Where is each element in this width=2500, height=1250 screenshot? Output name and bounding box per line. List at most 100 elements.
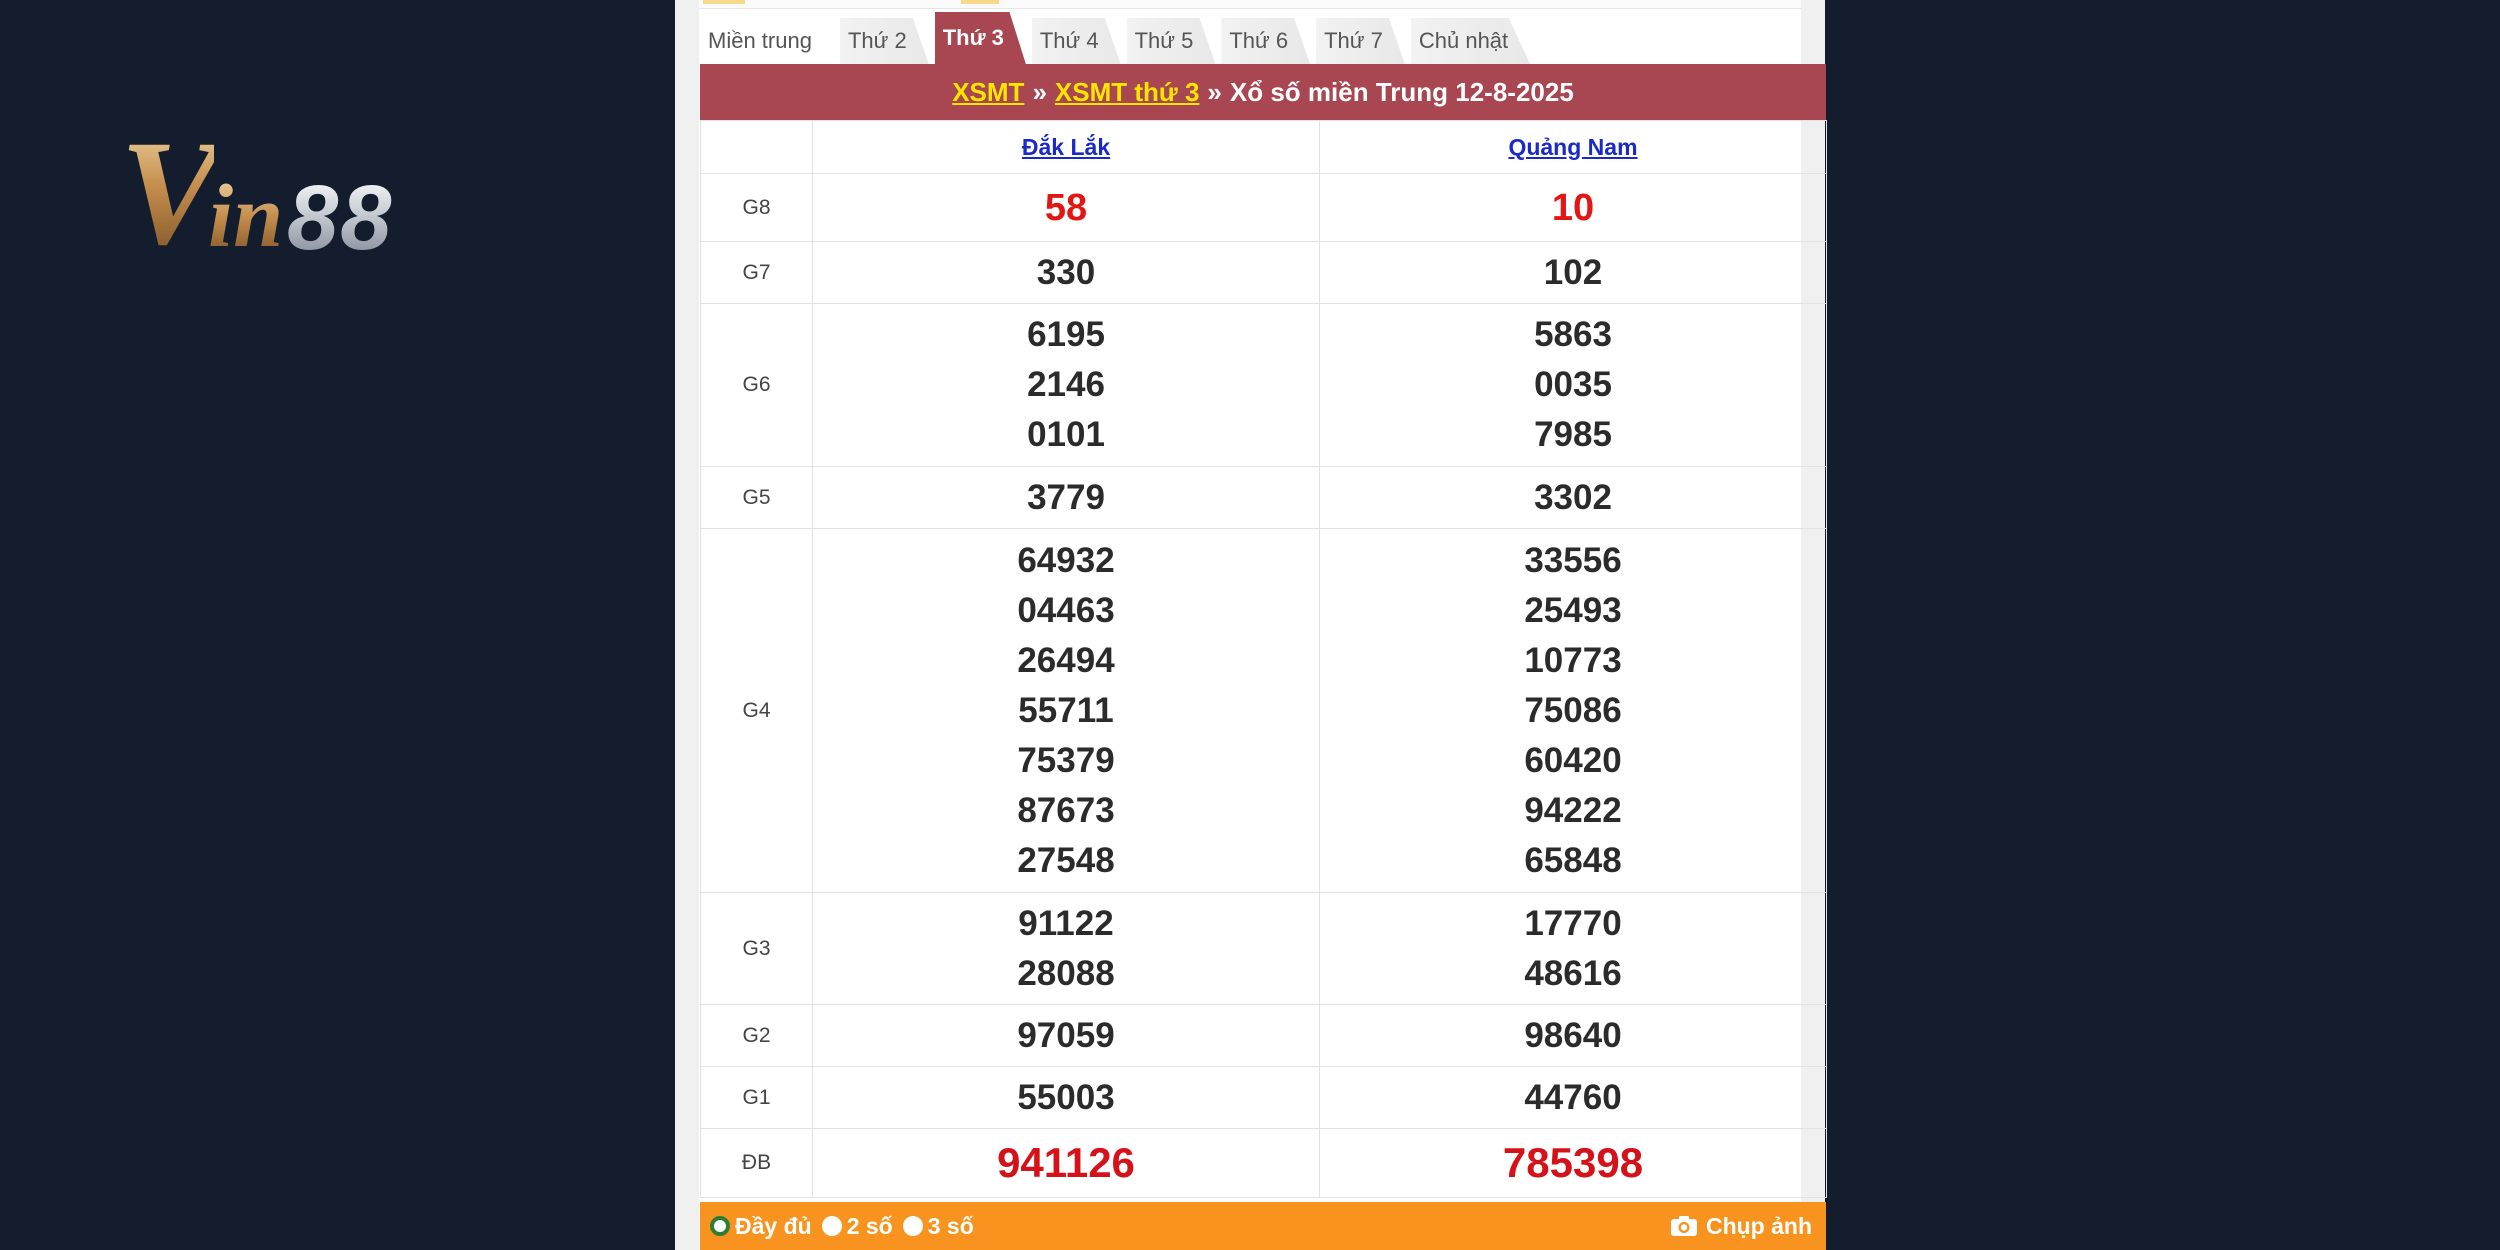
table-row: G6 6195 2146 0101 5863 0035 7985 (700, 303, 1827, 467)
option-3-digits[interactable]: 3 số (902, 1212, 974, 1240)
table-row: G4 64932 04463 26494 55711 75379 87673 2… (700, 528, 1827, 893)
prize-number: 87673 (1017, 790, 1115, 830)
table-row: ĐB 941126 785398 (700, 1128, 1827, 1198)
prize-number: 25493 (1524, 590, 1622, 630)
table-row: G3 91122 28088 17770 48616 (700, 892, 1827, 1005)
prize-label: G4 (700, 528, 813, 893)
capture-label: Chụp ảnh (1705, 1212, 1812, 1239)
prize-cell: 941126 (812, 1128, 1320, 1198)
prize-cell: 97059 (812, 1004, 1320, 1067)
prize-cell: 785398 (1319, 1128, 1827, 1198)
prize-number: 6195 (1027, 315, 1105, 354)
prize-number: 33556 (1524, 540, 1622, 580)
top-strip (699, 0, 1801, 9)
prize-label: ĐB (700, 1128, 813, 1198)
prize-cell: 58 (812, 173, 1320, 242)
logo-letters-in: in (208, 167, 284, 266)
prize-number: 0101 (1027, 415, 1105, 454)
prize-number: 55711 (1018, 690, 1114, 730)
prize-number: 55003 (1017, 1077, 1115, 1117)
table-row: G7 330 102 (700, 241, 1827, 304)
prize-number: 27548 (1017, 840, 1115, 880)
tab-thu-4[interactable]: Thứ 4 (1031, 18, 1121, 64)
capture-button[interactable]: Chụp ảnh (1670, 1213, 1812, 1240)
prize-label: G1 (700, 1066, 813, 1129)
prize-cell: 98640 (1319, 1004, 1827, 1067)
prize-cell: 44760 (1319, 1066, 1827, 1129)
breadcrumb-separator: » (1032, 76, 1047, 107)
option-2-digits[interactable]: 2 số (821, 1212, 893, 1240)
radio-icon[interactable] (821, 1216, 842, 1236)
prize-number: 102 (1543, 252, 1603, 292)
tab-mien-trung[interactable]: Miền trung (700, 18, 834, 64)
prize-number: 2146 (1027, 365, 1105, 404)
logo-letter-v: V (120, 110, 220, 276)
table-row: G5 3779 3302 (700, 466, 1827, 529)
prize-number: 91122 (1018, 903, 1114, 943)
prize-number: 44760 (1524, 1077, 1622, 1117)
prize-cell: 102 (1319, 241, 1827, 304)
tab-chu-nhat[interactable]: Chủ nhật (1410, 18, 1531, 64)
breadcrumb: XSMT » XSMT thứ 3 » Xổ số miền Trung 12-… (700, 64, 1826, 120)
prize-label: G6 (700, 303, 813, 467)
prize-number: 04463 (1017, 590, 1115, 630)
prize-label: G3 (700, 892, 813, 1005)
radio-checked-icon[interactable] (710, 1216, 730, 1236)
prize-cell: 10 (1319, 173, 1827, 242)
prize-number: 7985 (1534, 415, 1612, 454)
prize-cell: 5863 0035 7985 (1319, 303, 1827, 467)
header-empty-cell (700, 120, 813, 174)
prize-cell: 3302 (1319, 466, 1827, 529)
prize-label: G5 (700, 466, 813, 529)
breadcrumb-link-xsmt[interactable]: XSMT (952, 77, 1024, 108)
prize-cell: 91122 28088 (812, 892, 1320, 1005)
prize-number: 60420 (1524, 740, 1622, 780)
option-label: 2 số (846, 1212, 893, 1239)
prize-cell: 64932 04463 26494 55711 75379 87673 2754… (812, 528, 1320, 893)
prize-label: G7 (700, 241, 813, 304)
tab-thu-2[interactable]: Thứ 2 (839, 18, 929, 64)
province-header: Đắk Lắk (812, 120, 1320, 174)
prize-number: 58 (1044, 186, 1088, 229)
option-label: 3 số (927, 1212, 974, 1239)
prize-number: 75379 (1017, 740, 1115, 780)
prize-number: 10 (1551, 186, 1595, 229)
prize-number: 3302 (1534, 477, 1612, 517)
table-row: G8 58 10 (700, 173, 1827, 242)
logo-number: 88 (287, 167, 394, 269)
prize-cell: 3779 (812, 466, 1320, 529)
tab-thu-7[interactable]: Thứ 7 (1316, 18, 1405, 64)
breadcrumb-link-xsmt-thu-3[interactable]: XSMT thứ 3 (1055, 77, 1200, 108)
tab-thu-6[interactable]: Thứ 6 (1221, 18, 1311, 64)
prize-label: G2 (700, 1004, 813, 1067)
weekday-tabs: Miền trung Thứ 2 Thứ 3 Thứ 4 Thứ 5 Thứ 6… (700, 12, 1536, 64)
lottery-results-table: Đắk Lắk Quảng Nam G8 58 10 G7 330 102 G6… (700, 120, 1827, 1198)
results-footer-bar: Đầy đủ 2 số 3 số Chụp ảnh (700, 1202, 1826, 1250)
prize-number: 48616 (1524, 953, 1622, 993)
option-full[interactable]: Đầy đủ (710, 1213, 812, 1240)
prize-number: 94222 (1524, 790, 1622, 830)
prize-number: 10773 (1524, 640, 1622, 680)
prize-number: 330 (1036, 252, 1096, 292)
vin88-logo: V in 88 (120, 118, 393, 268)
province-header: Quảng Nam (1319, 120, 1827, 174)
page-title: Xổ số miền Trung 12-8-2025 (1229, 76, 1574, 107)
prize-label: G8 (700, 173, 813, 242)
jackpot-number: 785398 (1502, 1139, 1644, 1186)
prize-cell: 6195 2146 0101 (812, 303, 1320, 467)
province-link-quang-nam[interactable]: Quảng Nam (1508, 134, 1637, 160)
tab-thu-3[interactable]: Thứ 3 (934, 12, 1026, 64)
jackpot-number: 941126 (997, 1139, 1135, 1186)
prize-cell: 330 (812, 241, 1320, 304)
prize-number: 3779 (1027, 477, 1105, 517)
prize-number: 17770 (1524, 903, 1622, 943)
table-row: G1 55003 44760 (700, 1066, 1827, 1129)
prize-cell: 17770 48616 (1319, 892, 1827, 1005)
tab-thu-5[interactable]: Thứ 5 (1126, 18, 1216, 64)
radio-icon[interactable] (902, 1216, 923, 1236)
prize-number: 75086 (1524, 690, 1622, 730)
prize-number: 26494 (1017, 640, 1115, 680)
province-link-dak-lak[interactable]: Đắk Lắk (1022, 134, 1110, 160)
prize-cell: 55003 (812, 1066, 1320, 1129)
prize-number: 5863 (1534, 315, 1612, 354)
